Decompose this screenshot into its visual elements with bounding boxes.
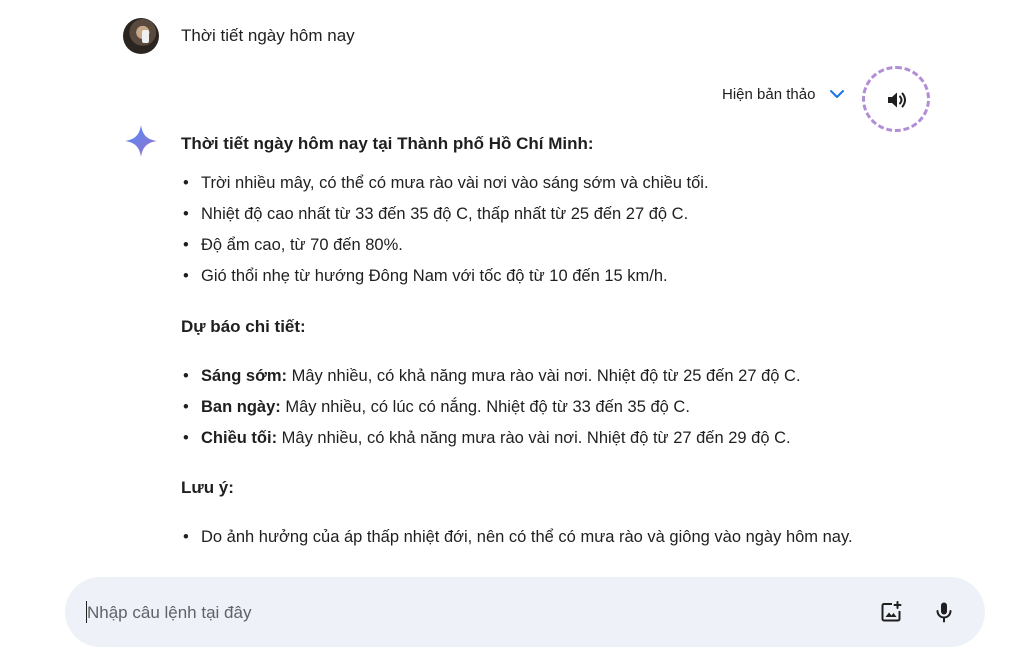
list-item: Nhiệt độ cao nhất từ 33 đến 35 độ C, thấ… [181, 199, 881, 230]
list-item-term: Chiều tối: [201, 429, 278, 447]
response-body: Thời tiết ngày hôm nay tại Thành phố Hồ … [181, 132, 881, 553]
image-upload-icon [881, 601, 902, 622]
response-heading: Thời tiết ngày hôm nay tại Thành phố Hồ … [181, 134, 594, 153]
sparkle-icon [125, 125, 157, 157]
user-query-text: Thời tiết ngày hôm nay [181, 26, 355, 45]
list-item: Trời nhiều mây, có thể có mưa rào vài nơ… [181, 168, 881, 199]
speaker-icon[interactable] [885, 88, 909, 112]
text-caret [86, 601, 87, 623]
detail-list: Sáng sớm: Mây nhiều, có khả năng mưa rào… [181, 361, 881, 454]
user-message: Thời tiết ngày hôm nay [123, 18, 355, 54]
list-item: Sáng sớm: Mây nhiều, có khả năng mưa rào… [181, 361, 881, 392]
list-item: Chiều tối: Mây nhiều, có khả năng mưa rà… [181, 423, 881, 454]
show-drafts-label: Hiện bản thảo [722, 85, 816, 103]
mic-icon [936, 602, 952, 623]
list-item: Gió thổi nhẹ từ hướng Đông Nam với tốc đ… [181, 261, 881, 292]
list-item-text: Mây nhiều, có lúc có nắng. Nhiệt độ từ 3… [280, 398, 690, 416]
prompt-bar [65, 577, 985, 647]
show-drafts-button[interactable]: Hiện bản thảo [722, 84, 847, 104]
summary-list: Trời nhiều mây, có thể có mưa rào vài nơ… [181, 168, 881, 292]
avatar [123, 18, 159, 54]
list-item-term: Sáng sớm: [201, 367, 287, 385]
list-item: Ban ngày: Mây nhiều, có lúc có nắng. Nhi… [181, 392, 881, 423]
read-aloud-button[interactable] [862, 66, 930, 132]
list-item-text: Mây nhiều, có khả năng mưa rào vài nơi. … [287, 367, 801, 385]
list-item-text: Mây nhiều, có khả năng mưa rào vài nơi. … [277, 429, 791, 447]
chevron-down-icon[interactable] [827, 84, 847, 104]
prompt-input[interactable] [85, 595, 849, 631]
note-heading: Lưu ý: [181, 478, 234, 497]
image-upload-button[interactable] [878, 599, 904, 625]
list-item-term: Ban ngày: [201, 398, 281, 416]
detail-heading: Dự báo chi tiết: [181, 317, 306, 336]
mic-button[interactable] [931, 599, 957, 625]
list-item: Độ ẩm cao, từ 70 đến 80%. [181, 230, 881, 261]
